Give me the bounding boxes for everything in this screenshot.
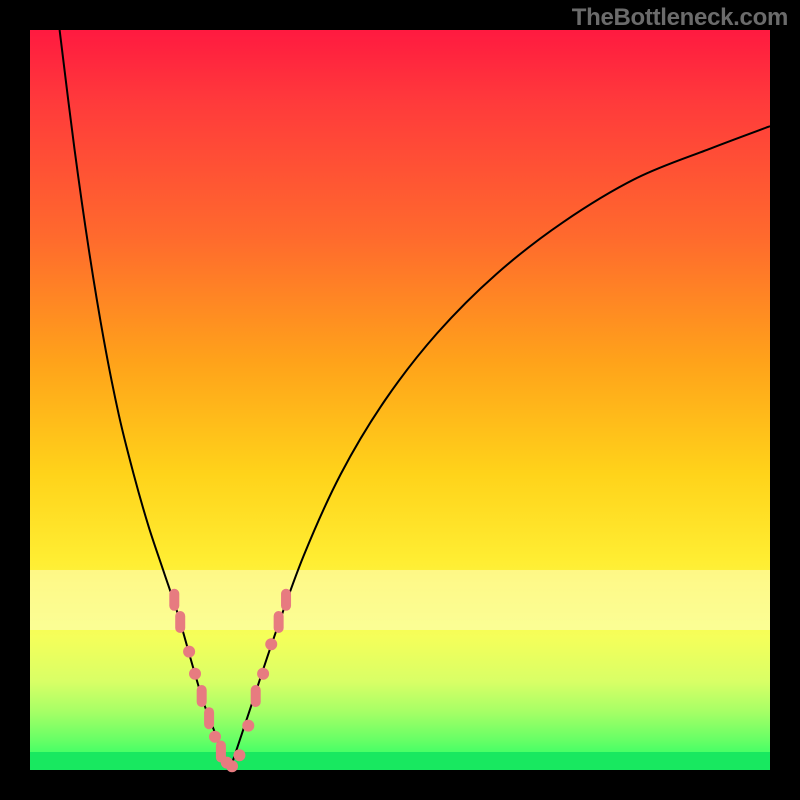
- marker-capsule: [169, 589, 179, 611]
- plot-area: [30, 30, 770, 770]
- marker-capsule: [251, 685, 261, 707]
- marker-dot: [257, 668, 269, 680]
- marker-dot: [233, 749, 245, 761]
- marker-capsule: [204, 707, 214, 729]
- marker-capsule: [197, 685, 207, 707]
- chart-frame: TheBottleneck.com: [0, 0, 800, 800]
- marker-dot: [189, 668, 201, 680]
- left-curve: [60, 30, 230, 770]
- right-curve: [230, 126, 770, 770]
- curves-svg: [30, 30, 770, 770]
- marker-capsule: [281, 589, 291, 611]
- marker-capsule: [274, 611, 284, 633]
- marker-dot: [242, 720, 254, 732]
- watermark-text: TheBottleneck.com: [572, 4, 788, 32]
- marker-dot: [265, 638, 277, 650]
- marker-dot: [183, 646, 195, 658]
- marker-capsule: [175, 611, 185, 633]
- marker-group: [169, 589, 291, 773]
- marker-dot: [226, 760, 238, 772]
